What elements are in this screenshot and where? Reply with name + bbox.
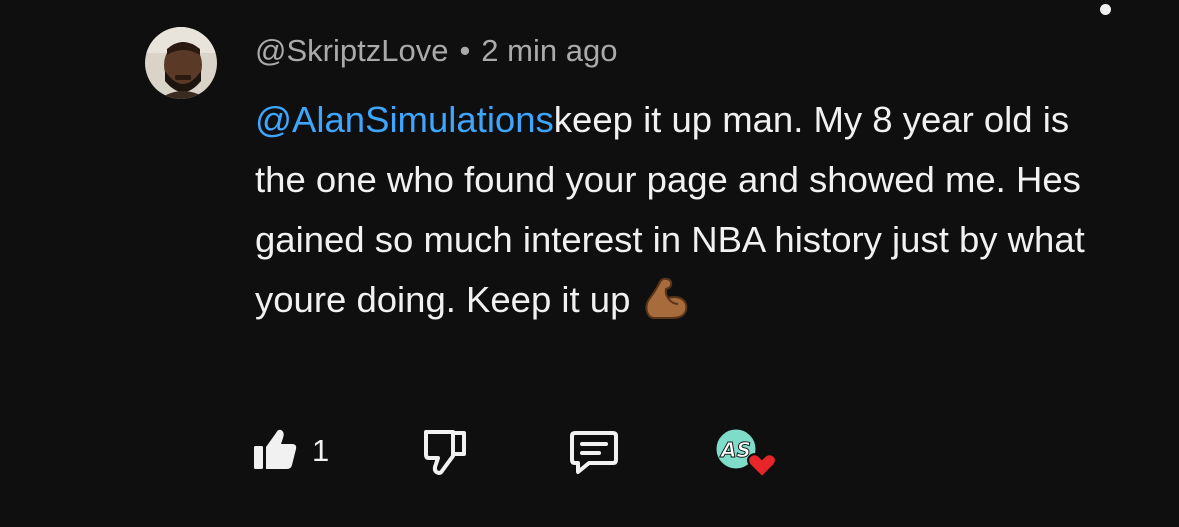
reply-comment-icon (568, 429, 620, 480)
comment-username[interactable]: @SkriptzLove (255, 33, 448, 68)
like-button[interactable] (252, 429, 298, 473)
avatar[interactable] (145, 27, 217, 99)
comment-timestamp: 2 min ago (481, 33, 618, 68)
comment-actions: 1 AS (0, 425, 1179, 485)
like-count: 1 (312, 433, 330, 468)
comment-text: @AlanSimulationskeep it up man. My 8 yea… (255, 90, 1085, 338)
comment-meta: @SkriptzLove • 2 min ago (255, 30, 617, 72)
meta-separator: • (459, 33, 471, 68)
dislike-button[interactable] (420, 429, 468, 480)
creator-initials: AS (719, 438, 751, 462)
mention-link[interactable]: @AlanSimulations (255, 99, 554, 140)
thumbs-down-icon (420, 429, 468, 480)
flexed-biceps-emoji-icon (642, 276, 690, 338)
thumbs-up-icon (252, 427, 298, 476)
creator-heart-badge: AS (714, 425, 780, 481)
more-options-icon[interactable] (1100, 4, 1111, 15)
reply-button[interactable] (568, 429, 620, 480)
